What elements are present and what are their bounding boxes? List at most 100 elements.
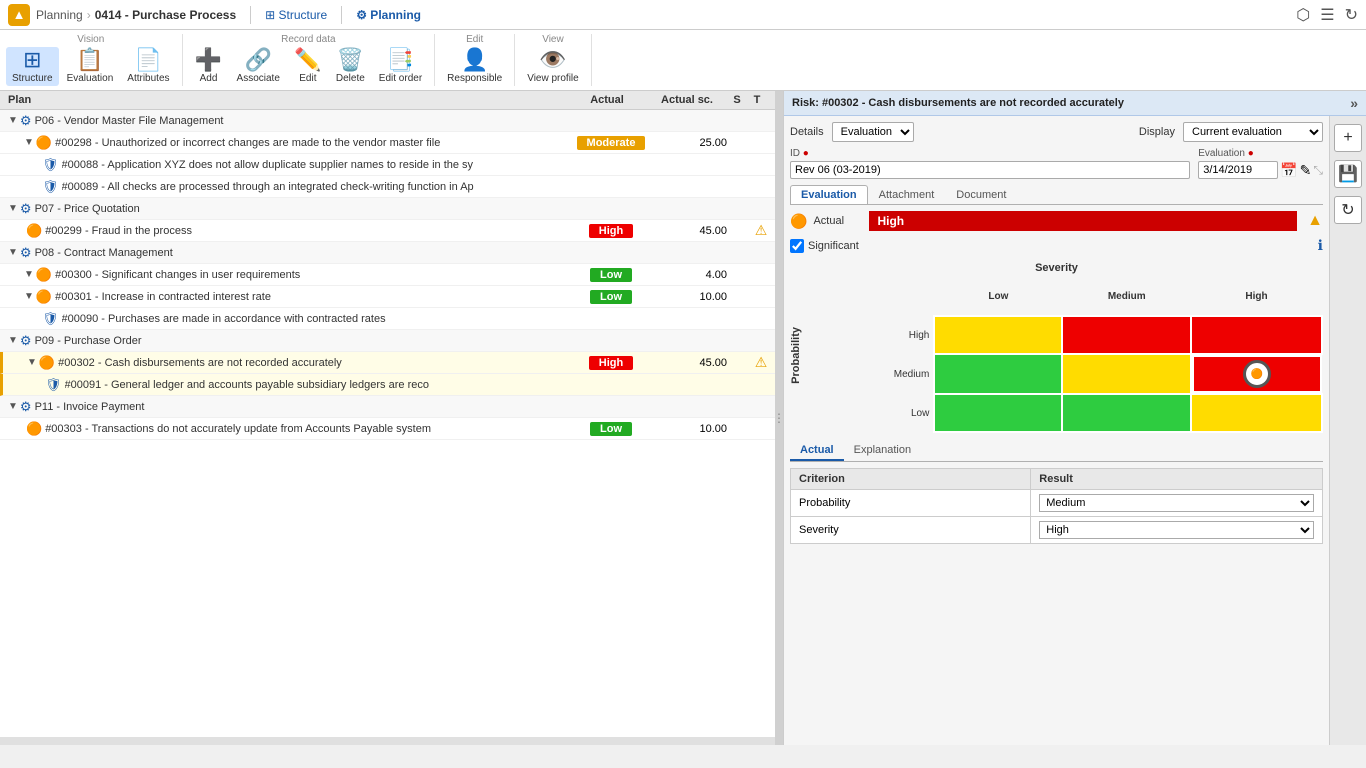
attributes-label: Attributes bbox=[127, 73, 169, 84]
row-low-label: Low bbox=[806, 394, 934, 432]
cell-low-medium bbox=[1062, 394, 1191, 432]
matrix-container: Probability Low Medium High High bbox=[790, 278, 1323, 433]
refresh-icon[interactable]: ↻ bbox=[1345, 5, 1358, 25]
toolbar-group-record: Record data ➕ Add 🔗 Associate ✏️ Edit 🗑️… bbox=[183, 34, 436, 86]
toolbar-evaluation-btn[interactable]: 📋 Evaluation bbox=[61, 47, 120, 86]
badge-00300: Low bbox=[590, 268, 632, 282]
details-dropdown[interactable]: Evaluation bbox=[832, 122, 914, 142]
col-plan-header: Plan bbox=[8, 94, 567, 106]
risk-00302-label: #00302 - Cash disbursements are not reco… bbox=[58, 357, 571, 369]
view-profile-label: View profile bbox=[527, 73, 579, 84]
menu-icon[interactable]: ☰ bbox=[1320, 5, 1334, 25]
ctrl-00088-label: #00088 - Application XYZ does not allow … bbox=[62, 159, 571, 171]
p11-icon: ⚙ bbox=[20, 399, 32, 415]
tree-row-00089[interactable]: 🛡 #00089 - All checks are processed thro… bbox=[0, 176, 775, 198]
toolbar: Vision ⊞ Structure 📋 Evaluation 📄 Attrib… bbox=[0, 30, 1366, 91]
tree-row-p08[interactable]: ▼ ⚙ P08 - Contract Management bbox=[0, 242, 775, 264]
toolbar-attributes-btn[interactable]: 📄 Attributes bbox=[121, 47, 175, 86]
tab-attachment[interactable]: Attachment bbox=[868, 185, 946, 204]
panel-splitter[interactable] bbox=[775, 91, 783, 745]
tree-row-00090[interactable]: 🛡 #00090 - Purchases are made in accorda… bbox=[0, 308, 775, 330]
breadcrumb-planning[interactable]: Planning bbox=[36, 8, 83, 22]
expand-p07[interactable]: ▼ bbox=[8, 203, 18, 214]
toolbar-edit-order-btn[interactable]: 📑 Edit order bbox=[373, 47, 428, 86]
tab-document[interactable]: Document bbox=[945, 185, 1017, 204]
toolbar-record-items: ➕ Add 🔗 Associate ✏️ Edit 🗑️ Delete 📑 Ed… bbox=[189, 47, 429, 86]
tree-row-p06[interactable]: ▼ ⚙ P06 - Vendor Master File Management bbox=[0, 110, 775, 132]
add-action-btn[interactable]: + bbox=[1334, 124, 1362, 152]
tab-evaluation[interactable]: Evaluation bbox=[790, 185, 868, 204]
ctrl-00089-icon: 🛡 bbox=[42, 179, 59, 195]
toolbar-edit-btn[interactable]: ✏️ Edit bbox=[288, 47, 328, 86]
expand-p09[interactable]: ▼ bbox=[8, 335, 18, 346]
id-input[interactable] bbox=[790, 161, 1190, 179]
risk-00303-label: #00303 - Transactions do not accurately … bbox=[45, 423, 571, 435]
tree-row-p11[interactable]: ▼ ⚙ P11 - Invoice Payment bbox=[0, 396, 775, 418]
top-bar: ▲ Planning › 0414 - Purchase Process ⊞ S… bbox=[0, 0, 1366, 30]
tree-row-00302[interactable]: ▼ 🟠 #00302 - Cash disbursements are not … bbox=[0, 352, 775, 374]
col-s-header: S bbox=[727, 94, 747, 106]
horizontal-scrollbar[interactable] bbox=[0, 737, 775, 745]
expand-p08[interactable]: ▼ bbox=[8, 247, 18, 258]
expand-00298[interactable]: ▼ bbox=[24, 137, 34, 148]
eval-date-input[interactable] bbox=[1198, 161, 1278, 179]
actual-warning-icon: ▲ bbox=[1307, 212, 1323, 230]
edit-order-label: Edit order bbox=[379, 73, 422, 84]
bottom-tab-explanation[interactable]: Explanation bbox=[844, 441, 922, 461]
ctrl-00091-label: #00091 - General ledger and accounts pay… bbox=[65, 379, 571, 391]
nav-planning[interactable]: ⚙ Planning bbox=[356, 8, 421, 22]
tree-row-00298[interactable]: ▼ 🟠 #00298 - Unauthorized or incorrect c… bbox=[0, 132, 775, 154]
tree-row-00091[interactable]: 🛡 #00091 - General ledger and accounts p… bbox=[0, 374, 775, 396]
r00302-actual-sc: 45.00 bbox=[651, 357, 731, 369]
tree-row-00300[interactable]: ▼ 🟠 #00300 - Significant changes in user… bbox=[0, 264, 775, 286]
nav-structure[interactable]: ⊞ Structure bbox=[265, 8, 327, 22]
delete-icon: 🗑️ bbox=[337, 49, 364, 71]
info-icon[interactable]: ℹ bbox=[1318, 237, 1323, 254]
severity-select[interactable]: Low Medium High bbox=[1039, 521, 1314, 539]
responsible-label: Responsible bbox=[447, 73, 502, 84]
probability-select[interactable]: Low Medium High bbox=[1039, 494, 1314, 512]
toolbar-structure-btn[interactable]: ⊞ Structure bbox=[6, 47, 59, 86]
tree-row-p07[interactable]: ▼ ⚙ P07 - Price Quotation bbox=[0, 198, 775, 220]
toolbar-responsible-btn[interactable]: 👤 Responsible bbox=[441, 47, 508, 86]
toolbar-view-profile-btn[interactable]: 👁️ View profile bbox=[521, 47, 585, 86]
right-panel-body: Details Evaluation Display Current evalu… bbox=[784, 116, 1329, 745]
cell-high-low bbox=[934, 316, 1062, 354]
warn-00299: ⚠ bbox=[755, 222, 768, 238]
toolbar-associate-btn[interactable]: 🔗 Associate bbox=[231, 47, 286, 86]
ctrl-00089-label: #00089 - All checks are processed throug… bbox=[62, 181, 571, 193]
expand-p11[interactable]: ▼ bbox=[8, 401, 18, 412]
risk-00301-label: #00301 - Increase in contracted interest… bbox=[55, 291, 571, 303]
significant-checkbox[interactable] bbox=[790, 239, 804, 253]
divider2 bbox=[341, 6, 342, 24]
risk-00300-icon: 🟠 bbox=[36, 267, 52, 283]
tree-row-00301[interactable]: ▼ 🟠 #00301 - Increase in contracted inte… bbox=[0, 286, 775, 308]
tree-row-00088[interactable]: 🛡 #00088 - Application XYZ does not allo… bbox=[0, 154, 775, 176]
resize-icon: ⤡ bbox=[1313, 163, 1323, 178]
save-action-btn[interactable]: 💾 bbox=[1334, 160, 1362, 188]
tree-row-p09[interactable]: ▼ ⚙ P09 - Purchase Order bbox=[0, 330, 775, 352]
expand-00302[interactable]: ▼ bbox=[27, 357, 37, 368]
refresh-action-btn[interactable]: ↻ bbox=[1334, 196, 1362, 224]
right-panel-content: Details Evaluation Display Current evalu… bbox=[784, 116, 1366, 745]
toolbar-add-btn[interactable]: ➕ Add bbox=[189, 47, 229, 86]
significant-label: Significant bbox=[808, 240, 859, 252]
edit-date-icon[interactable]: ✎ bbox=[1300, 162, 1312, 179]
calendar-icon[interactable]: 📅 bbox=[1280, 162, 1297, 179]
tree-row-00299[interactable]: 🟠 #00299 - Fraud in the process High 45.… bbox=[0, 220, 775, 242]
badge-00299: High bbox=[589, 224, 633, 238]
tree-row-00303[interactable]: 🟠 #00303 - Transactions do not accuratel… bbox=[0, 418, 775, 440]
risk-00299-icon: 🟠 bbox=[26, 223, 42, 239]
expand-00300[interactable]: ▼ bbox=[24, 269, 34, 280]
expand-right-panel-btn[interactable]: » bbox=[1350, 95, 1358, 111]
expand-00301[interactable]: ▼ bbox=[24, 291, 34, 302]
cell-low-low bbox=[934, 394, 1062, 432]
bottom-tab-actual[interactable]: Actual bbox=[790, 441, 844, 461]
display-dropdown[interactable]: Current evaluation bbox=[1183, 122, 1323, 142]
col-t-header: T bbox=[747, 94, 767, 106]
expand-p06[interactable]: ▼ bbox=[8, 115, 18, 126]
result-col-header: Result bbox=[1031, 469, 1323, 490]
user-icon[interactable]: ⬡ bbox=[1296, 5, 1310, 25]
risk-00298-label: #00298 - Unauthorized or incorrect chang… bbox=[55, 137, 571, 149]
toolbar-delete-btn[interactable]: 🗑️ Delete bbox=[330, 47, 371, 86]
